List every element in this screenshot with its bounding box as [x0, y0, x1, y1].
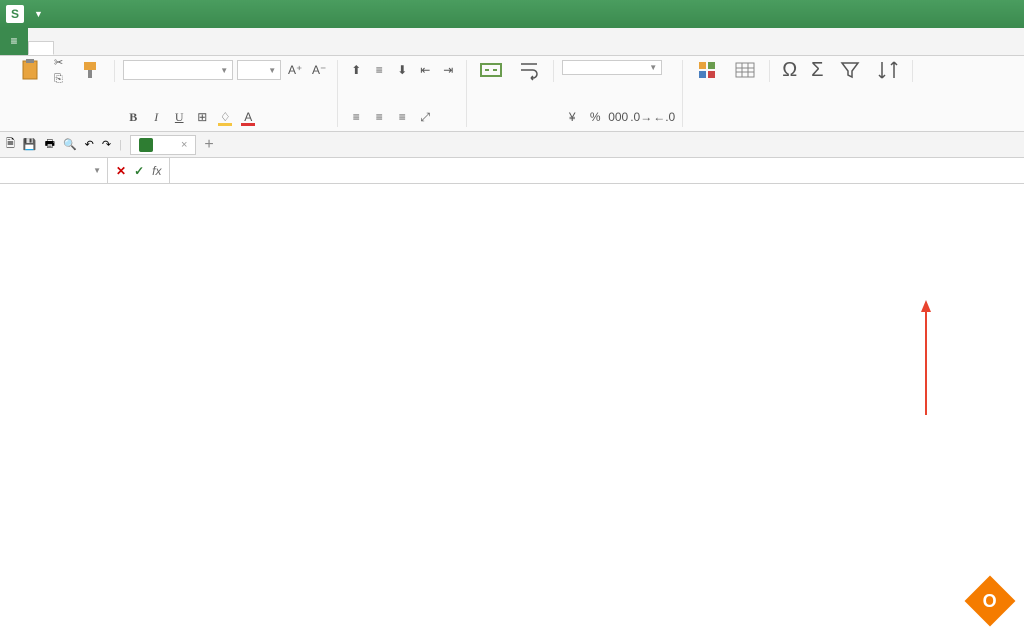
- number-format-select[interactable]: ▼: [562, 60, 662, 75]
- align-bottom-button[interactable]: ⬇: [392, 60, 412, 80]
- app-logo-icon: S: [6, 5, 24, 23]
- decrease-decimal-button[interactable]: ←.0: [654, 107, 674, 127]
- merge-center-button[interactable]: [475, 56, 507, 86]
- tab-data[interactable]: [126, 43, 150, 55]
- chevron-down-icon: ▼: [268, 66, 276, 75]
- paste-button[interactable]: [14, 56, 46, 86]
- chevron-down-icon: ▼: [220, 66, 228, 75]
- indent-decrease-button[interactable]: ⇤: [415, 60, 435, 80]
- app-menu-chevron-icon[interactable]: ▼: [34, 9, 43, 19]
- tab-layout[interactable]: [78, 43, 102, 55]
- border-button[interactable]: ⊞: [192, 107, 212, 127]
- close-tab-icon[interactable]: ×: [181, 139, 187, 151]
- align-top-button[interactable]: ⬆: [346, 60, 366, 80]
- underline-button[interactable]: U: [169, 107, 189, 127]
- omega-icon: Ω: [782, 59, 797, 82]
- decrease-font-button[interactable]: A⁻: [309, 60, 329, 80]
- sigma-icon: Σ: [811, 59, 823, 82]
- ribbon: ✂ ⎘ ▼ ▼ A⁺ A⁻ B I U ⊞ ♢ A ⬆ ≡ ⬇ ⇤ ⇥: [0, 56, 1024, 132]
- conditional-format-button[interactable]: [691, 56, 723, 86]
- save-icon[interactable]: 💾: [23, 138, 37, 151]
- spreadsheet-icon: [139, 138, 153, 152]
- increase-font-button[interactable]: A⁺: [285, 60, 305, 80]
- add-tab-icon[interactable]: +: [204, 136, 213, 154]
- tab-view[interactable]: [174, 43, 198, 55]
- annotation-arrow-icon: [916, 300, 936, 420]
- name-box[interactable]: ▼: [0, 158, 108, 183]
- wrap-text-button[interactable]: [513, 56, 545, 86]
- autosum-button[interactable]: Σ: [807, 57, 827, 86]
- filter-button[interactable]: [834, 56, 866, 86]
- percent-button[interactable]: %: [585, 107, 605, 127]
- cut-button[interactable]: ✂: [52, 55, 68, 70]
- tab-formula[interactable]: [102, 43, 126, 55]
- watermark: O: [972, 583, 1014, 619]
- tab-start[interactable]: [28, 41, 54, 55]
- align-left-button[interactable]: ≡: [346, 107, 366, 127]
- align-center-button[interactable]: ≡: [369, 107, 389, 127]
- menu-tabs: ≡: [0, 28, 1024, 56]
- document-tab[interactable]: ×: [130, 135, 196, 155]
- align-right-button[interactable]: ≡: [392, 107, 412, 127]
- align-middle-button[interactable]: ≡: [369, 60, 389, 80]
- scissors-icon: ✂: [54, 56, 63, 69]
- chevron-down-icon: ▼: [93, 166, 101, 175]
- comma-button[interactable]: 000: [608, 107, 628, 127]
- sort-button[interactable]: [872, 56, 904, 86]
- font-name-select[interactable]: ▼: [123, 60, 233, 80]
- indent-increase-button[interactable]: ⇥: [438, 60, 458, 80]
- watermark-badge-icon: O: [965, 576, 1016, 627]
- font-size-select[interactable]: ▼: [237, 60, 281, 80]
- font-color-button[interactable]: A: [238, 107, 258, 127]
- increase-decimal-button[interactable]: .0→: [631, 107, 651, 127]
- bold-button[interactable]: B: [123, 107, 143, 127]
- accept-formula-icon[interactable]: ✓: [134, 164, 144, 178]
- fill-color-button[interactable]: ♢: [215, 107, 235, 127]
- tab-special[interactable]: [198, 43, 222, 55]
- tab-insert[interactable]: [54, 43, 78, 55]
- redo-icon[interactable]: ↷: [102, 138, 111, 151]
- print-icon[interactable]: 🖶: [45, 135, 55, 154]
- copy-button[interactable]: ⎘: [52, 72, 68, 87]
- title-bar: S ▼: [0, 0, 1024, 28]
- app-tab-icon[interactable]: ≡: [0, 27, 28, 55]
- tab-review[interactable]: [150, 43, 174, 55]
- symbol-button[interactable]: Ω: [778, 57, 801, 86]
- formula-bar: ▼ ✕ ✓ fx: [0, 158, 1024, 184]
- fx-icon[interactable]: fx: [152, 164, 161, 178]
- copy-icon: ⎘: [54, 73, 63, 86]
- currency-button[interactable]: ¥: [562, 107, 582, 127]
- chevron-down-icon: ▼: [649, 63, 657, 72]
- quick-access-toolbar: 🗎 💾 🖶 🔍 ↶ ↷ | × +: [0, 132, 1024, 158]
- format-painter-button[interactable]: [74, 56, 106, 86]
- preview-icon[interactable]: 🔍: [63, 138, 77, 151]
- cancel-formula-icon[interactable]: ✕: [116, 164, 126, 178]
- table-style-button[interactable]: [729, 56, 761, 86]
- undo-icon[interactable]: ↶: [85, 138, 94, 151]
- new-icon[interactable]: 🗎: [6, 135, 15, 154]
- italic-button[interactable]: I: [146, 107, 166, 127]
- orientation-button[interactable]: ⤢: [415, 107, 435, 127]
